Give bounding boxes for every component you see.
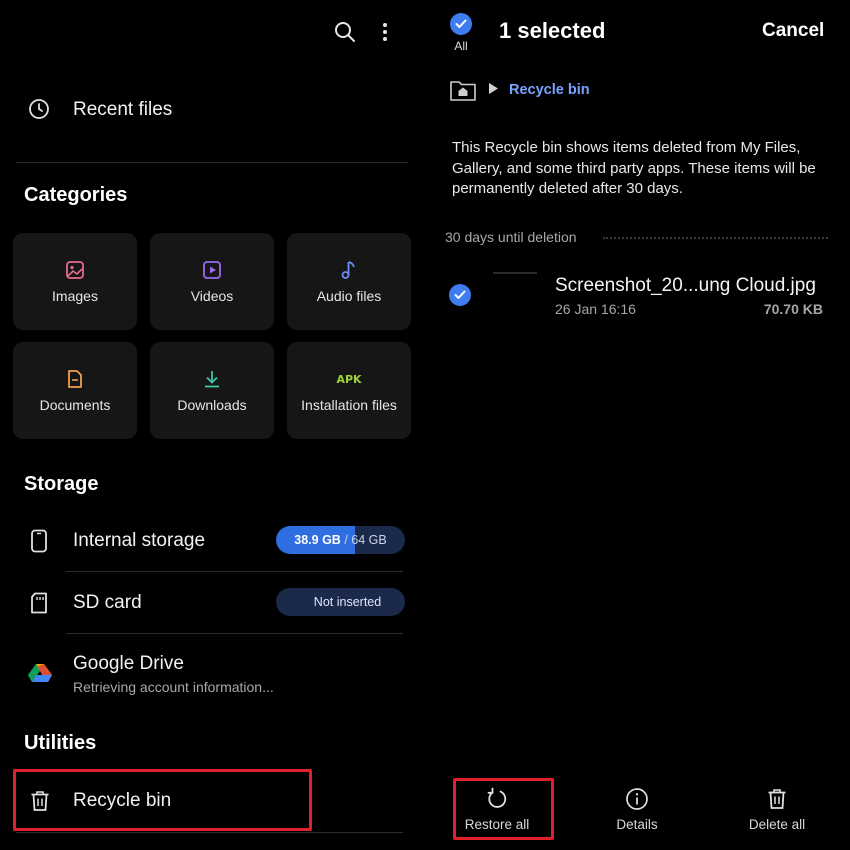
google-drive-subtitle: Retrieving account information...: [73, 679, 274, 695]
storage-total: / 64 GB: [344, 533, 387, 547]
category-label: Documents: [39, 397, 111, 413]
category-images[interactable]: Images: [13, 233, 137, 330]
file-thumbnail: [493, 272, 537, 274]
image-icon: [64, 259, 86, 281]
categories-heading: Categories: [24, 184, 128, 206]
recent-files-row[interactable]: Recent files: [15, 85, 410, 135]
category-label: Audio files: [316, 288, 382, 304]
selection-count: 1 selected: [499, 18, 606, 43]
divider: [16, 162, 408, 163]
file-size: 70.70 KB: [763, 301, 823, 317]
category-label: Installation files: [301, 397, 397, 413]
deletion-group-header: 30 days until deletion: [445, 229, 577, 245]
download-icon: [201, 368, 223, 390]
music-note-icon: [338, 259, 360, 281]
breadcrumb: Recycle bin: [449, 77, 590, 103]
utilities-heading: Utilities: [24, 732, 97, 754]
divider: [66, 571, 403, 572]
breadcrumb-recycle-bin[interactable]: Recycle bin: [509, 82, 590, 98]
info-icon: [624, 786, 650, 812]
sd-card-icon: [30, 592, 48, 619]
internal-storage-label: Internal storage: [73, 530, 206, 551]
file-date: 26 Jan 16:16: [555, 301, 636, 317]
my-files-home-panel: Recent files Categories Images Videos Au…: [0, 0, 425, 850]
more-options-icon[interactable]: [371, 18, 399, 46]
sd-card-label: SD card: [73, 592, 142, 613]
search-icon[interactable]: [331, 18, 359, 46]
category-label: Videos: [190, 288, 234, 304]
divider: [66, 633, 403, 634]
delete-all-button[interactable]: Delete all: [727, 786, 827, 832]
google-drive-icon: [28, 663, 52, 688]
file-checkbox-checked-icon[interactable]: [449, 284, 471, 306]
internal-storage-row[interactable]: Internal storage 38.9 GB / 64 GB: [15, 515, 410, 567]
details-button[interactable]: Details: [587, 786, 687, 832]
category-label: Images: [52, 288, 98, 304]
apk-badge: APK: [336, 372, 362, 386]
clock-icon: [28, 98, 50, 125]
file-list-item[interactable]: Screenshot_20...ung Cloud.jpg 26 Jan 16:…: [443, 268, 833, 324]
phone-icon: [30, 529, 48, 558]
storage-heading: Storage: [24, 473, 99, 495]
sd-card-row[interactable]: SD card Not inserted: [15, 577, 410, 629]
select-all-label: All: [454, 39, 468, 53]
recent-files-label: Recent files: [73, 99, 173, 120]
home-folder-icon[interactable]: [449, 78, 477, 102]
checkbox-checked-icon: [450, 13, 472, 35]
category-installation-files[interactable]: APK Installation files: [287, 342, 411, 439]
divider: [16, 832, 403, 833]
recycle-bin-highlight: [13, 769, 312, 831]
recycle-bin-panel: All 1 selected Cancel Recycle bin This R…: [425, 0, 850, 850]
google-drive-label: Google Drive: [73, 653, 184, 674]
storage-used: 38.9 GB: [294, 533, 341, 547]
group-dotted-divider: [603, 237, 828, 239]
category-audio-files[interactable]: Audio files: [287, 233, 411, 330]
category-videos[interactable]: Videos: [150, 233, 274, 330]
apk-icon: APK: [336, 368, 362, 390]
file-name: Screenshot_20...ung Cloud.jpg: [555, 275, 816, 296]
category-documents[interactable]: Documents: [13, 342, 137, 439]
restore-all-highlight: [453, 778, 554, 840]
trash-icon: [764, 786, 790, 812]
breadcrumb-arrow-icon: [489, 81, 499, 99]
google-drive-row[interactable]: Google Drive Retrieving account informat…: [15, 645, 410, 703]
sd-card-status-pill: Not inserted: [276, 588, 405, 616]
cancel-button[interactable]: Cancel: [762, 20, 824, 42]
video-icon: [201, 259, 223, 281]
details-label: Details: [616, 817, 658, 832]
storage-usage-pill: 38.9 GB / 64 GB: [276, 526, 405, 554]
category-downloads[interactable]: Downloads: [150, 342, 274, 439]
delete-all-label: Delete all: [748, 817, 806, 832]
sd-card-status: Not inserted: [313, 595, 382, 609]
recycle-bin-info-text: This Recycle bin shows items deleted fro…: [452, 139, 816, 197]
document-icon: [64, 368, 86, 390]
select-all-toggle[interactable]: All: [449, 13, 473, 53]
category-label: Downloads: [177, 397, 247, 413]
